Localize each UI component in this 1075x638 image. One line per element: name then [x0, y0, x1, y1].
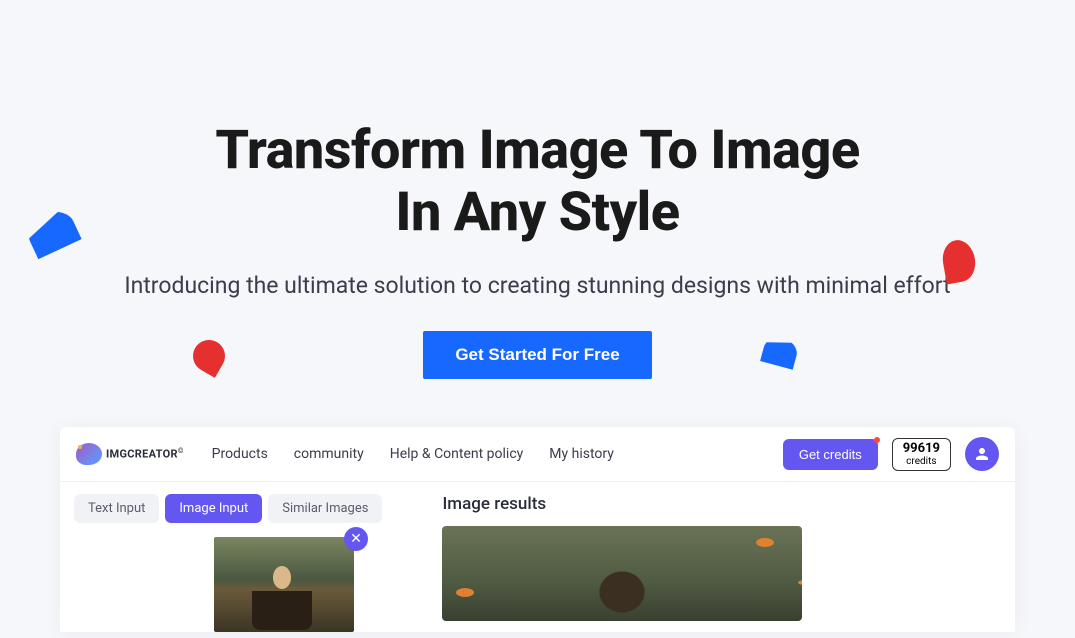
logo-text: IMGCREATOR©	[106, 447, 184, 461]
app-preview: IMGCREATOR© Products community Help & Co…	[60, 427, 1015, 632]
input-image-thumbnail[interactable]	[214, 537, 354, 632]
nav-link-help[interactable]: Help & Content policy	[390, 446, 524, 462]
nav-link-history[interactable]: My history	[549, 446, 614, 462]
person-icon	[973, 445, 991, 463]
result-image[interactable]	[442, 526, 802, 621]
decorative-shape	[760, 334, 800, 370]
decorative-shape	[187, 334, 231, 378]
nav-link-community[interactable]: community	[294, 446, 364, 462]
hero-title: Transform Image To Image In Any Style	[0, 120, 1075, 244]
logo-icon	[76, 443, 102, 465]
hero-subtitle: Introducing the ultimate solution to cre…	[0, 272, 1075, 299]
credits-counter[interactable]: 99619 credits	[892, 438, 951, 471]
tab-similar-images[interactable]: Similar Images	[268, 494, 382, 523]
tab-image-input[interactable]: Image Input	[165, 494, 262, 523]
credits-label: credits	[903, 456, 940, 467]
app-navbar: IMGCREATOR© Products community Help & Co…	[60, 427, 1015, 482]
tab-text-input[interactable]: Text Input	[74, 494, 159, 523]
credits-count: 99619	[903, 442, 940, 456]
get-started-button[interactable]: Get Started For Free	[423, 331, 651, 379]
results-heading: Image results	[442, 494, 1001, 514]
get-credits-button[interactable]: Get credits	[783, 439, 878, 470]
nav-link-products[interactable]: Products	[212, 446, 268, 462]
remove-image-button[interactable]: ✕	[344, 527, 368, 551]
input-tabs: Text Input Image Input Similar Images	[74, 494, 382, 523]
user-avatar[interactable]	[965, 437, 999, 471]
logo[interactable]: IMGCREATOR©	[76, 443, 184, 465]
close-icon: ✕	[350, 531, 362, 547]
